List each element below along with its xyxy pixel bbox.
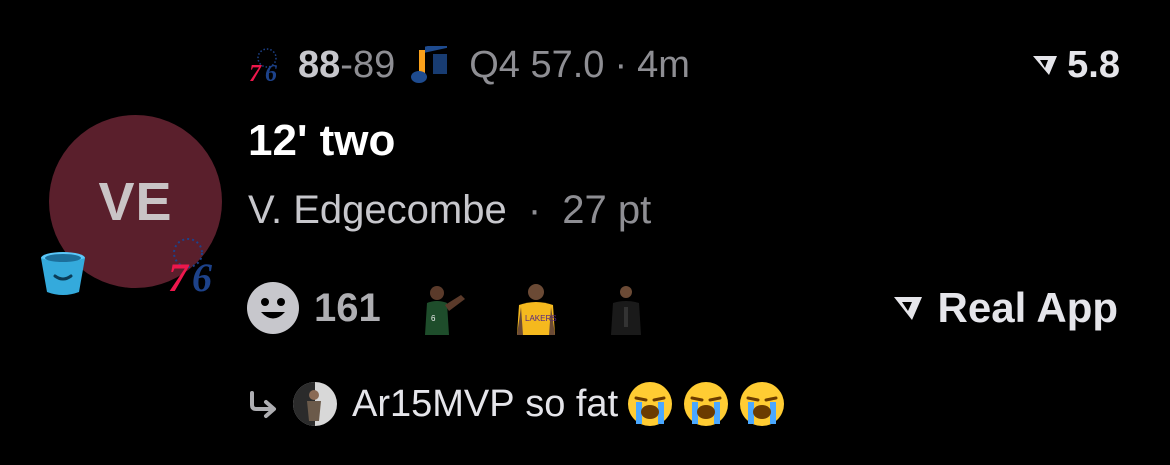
svg-text:6: 6 [192, 255, 212, 295]
home-score: 88 [298, 43, 341, 86]
coach-sticker-icon[interactable] [597, 279, 655, 337]
reply-arrow-icon [250, 391, 276, 418]
player-name[interactable]: V. Edgecombe [248, 188, 507, 232]
score-separator: - [340, 43, 353, 86]
loudly-crying-face-icon [684, 382, 729, 426]
player-sticker-icon[interactable]: 6 [417, 279, 475, 337]
comment-text: so fat [525, 382, 619, 425]
smiley-icon[interactable] [246, 281, 300, 335]
svg-text:7: 7 [168, 255, 190, 295]
commenter-username[interactable]: Ar15MVP [352, 383, 515, 426]
away-score: 89 [352, 43, 396, 86]
sixers-badge-icon: 7 6 [168, 238, 212, 295]
real-app-logo-icon [1033, 56, 1058, 75]
svg-text:7: 7 [249, 61, 262, 84]
play-title: 12' two [248, 116, 396, 165]
real-app-link[interactable]: Real App [892, 280, 1118, 336]
jazz-logo-icon [411, 46, 448, 83]
reactions-row: 161 6 LAKERS [246, 278, 687, 338]
rating-value: 5.8 [1067, 43, 1120, 86]
dot-separator: · [614, 43, 628, 86]
brand-label: Real App [937, 284, 1118, 331]
reaction-count: 161 [314, 285, 381, 330]
player-sticker-icon[interactable]: LAKERS [507, 279, 565, 337]
svg-text:6: 6 [431, 314, 436, 323]
loudly-crying-face-icon [740, 382, 785, 426]
svg-text:LAKERS: LAKERS [525, 314, 557, 323]
dot-separator: · [527, 188, 542, 232]
svg-text:6: 6 [265, 61, 277, 84]
game-clock: Q4 57.0 [469, 43, 605, 86]
game-score-row[interactable]: 7 6 88 - 89 Q4 57.0 · 4m [248, 40, 690, 90]
rating-metric: 5.8 [1031, 40, 1120, 90]
real-app-logo-icon [893, 297, 922, 320]
player-points: 27 pt [562, 188, 652, 232]
avatar-initials: VE [98, 171, 173, 232]
commenter-avatar[interactable] [292, 381, 338, 427]
comment-row[interactable]: Ar15MVP so fat [246, 374, 786, 434]
bucket-emoji-icon [41, 252, 85, 295]
loudly-crying-face-icon [628, 382, 673, 426]
post-age: 4m [637, 43, 690, 86]
sixers-logo-icon: 7 6 [249, 48, 277, 84]
player-line: V. Edgecombe · 27 pt [248, 188, 651, 233]
